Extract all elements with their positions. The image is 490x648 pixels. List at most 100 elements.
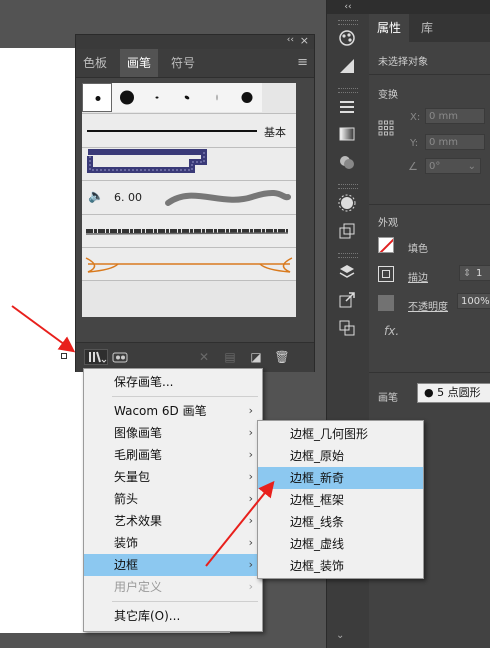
x-position-field[interactable]: 0 mm: [425, 108, 485, 124]
tab-libraries[interactable]: 库: [413, 14, 441, 42]
menu-item-borders[interactable]: 边框 ›: [84, 554, 262, 576]
properties-titlebar[interactable]: [369, 0, 490, 14]
dock-collapse-button[interactable]: ‹‹: [327, 0, 369, 14]
stroke-swatch[interactable]: [378, 266, 394, 282]
artboards-icon[interactable]: [336, 317, 358, 339]
basic-brush-label: 基本: [264, 126, 286, 139]
fx-button[interactable]: fx.: [384, 324, 399, 338]
submenu-arrow-icon: ›: [248, 580, 253, 593]
submenu-arrow-icon: ›: [248, 448, 253, 461]
brush-label: 画笔: [378, 393, 398, 404]
brush-swatch[interactable]: [232, 83, 263, 112]
menu-item-label: 边框: [114, 558, 139, 572]
menu-item-save-brushes[interactable]: 保存画笔...: [84, 371, 262, 393]
menu-item-label: 装饰: [114, 536, 139, 550]
options-icon[interactable]: ▤: [222, 349, 238, 365]
menu-item-other-library[interactable]: 其它库(O)...: [84, 605, 262, 627]
menu-item-decorative[interactable]: 装饰 ›: [84, 532, 262, 554]
submenu-item-geometric[interactable]: 边框_几何图形: [258, 423, 423, 445]
stroke-panel-icon[interactable]: [336, 96, 358, 118]
menu-item-user-defined[interactable]: 用户定义 ›: [84, 576, 262, 598]
color-guide-icon[interactable]: [336, 27, 358, 49]
transform-heading: 变换: [378, 90, 398, 101]
brush-swatch[interactable]: [172, 83, 203, 112]
tab-swatches[interactable]: 色板: [76, 49, 114, 77]
anchor-point[interactable]: [61, 353, 67, 359]
submenu-item-frame[interactable]: 边框_框架: [258, 489, 423, 511]
menu-item-vector-packs[interactable]: 矢量包 ›: [84, 466, 262, 488]
menu-item-wacom[interactable]: Wacom 6D 画笔 ›: [84, 400, 262, 422]
y-label: Y:: [410, 138, 419, 149]
rotate-field[interactable]: 0° ⌄: [425, 158, 481, 174]
brush-swatch[interactable]: [142, 83, 173, 112]
collapse-icon[interactable]: ‹‹: [287, 35, 294, 45]
stroke-weight-field[interactable]: ⇕ 1: [459, 265, 490, 281]
new-brush-icon[interactable]: ◪: [248, 349, 264, 365]
stroke-label[interactable]: 描边: [408, 269, 428, 284]
brush-swatch[interactable]: [112, 83, 143, 112]
reference-point-icon[interactable]: [378, 120, 394, 136]
opacity-label[interactable]: 不透明度: [408, 298, 448, 313]
brush-row-pattern[interactable]: [82, 147, 296, 181]
stroke-weight-value: 1: [476, 268, 483, 279]
brush-select[interactable]: ● 5 点圆形: [417, 383, 490, 403]
trash-icon[interactable]: 🗑: [274, 349, 290, 365]
tab-symbols[interactable]: 符号: [164, 49, 202, 77]
submenu-item-novelty[interactable]: 边框_新奇: [258, 467, 423, 489]
layers-icon[interactable]: [336, 261, 358, 283]
brush-library-menu: 保存画笔... Wacom 6D 画笔 › 图像画笔 › 毛刷画笔 › 矢量包 › 箭头…: [83, 368, 263, 632]
graphic-styles-icon[interactable]: [336, 220, 358, 242]
submenu-item-lines[interactable]: 边框_线条: [258, 511, 423, 533]
menu-item-image[interactable]: 图像画笔 ›: [84, 422, 262, 444]
chevron-down-icon[interactable]: ⌄: [468, 159, 476, 175]
menu-item-label: 毛刷画笔: [114, 448, 163, 462]
dock-grip[interactable]: [338, 20, 358, 25]
opacity-field[interactable]: 100%: [457, 293, 490, 309]
opacity-icon: [378, 295, 394, 311]
brush-row-decorative[interactable]: [82, 247, 296, 281]
stepper-icon[interactable]: ⇕: [463, 266, 471, 282]
brush-size-label: 6. 00: [114, 191, 142, 204]
appearance-heading: 外观: [378, 218, 398, 229]
brush-dot-icon: ●: [424, 386, 434, 399]
dock-grip[interactable]: [338, 253, 358, 258]
dock-grip[interactable]: [338, 88, 358, 93]
brush-swatch[interactable]: [202, 83, 233, 112]
brush-library-panel-icon[interactable]: [112, 349, 128, 365]
export-icon[interactable]: [336, 289, 358, 311]
submenu-arrow-icon: ›: [248, 514, 253, 527]
submenu-arrow-icon: ›: [248, 426, 253, 439]
menu-item-bristle[interactable]: 毛刷画笔 ›: [84, 444, 262, 466]
panel-titlebar[interactable]: ‹‹ ×: [76, 34, 314, 49]
menu-item-label: 矢量包: [114, 470, 151, 484]
gradient-icon[interactable]: [336, 123, 358, 145]
brush-row-calligraphic[interactable]: 🔈 6. 00: [82, 180, 296, 215]
brush-swatch[interactable]: [82, 83, 112, 112]
no-selection-label: 未选择对象: [378, 57, 428, 68]
close-icon[interactable]: ×: [300, 34, 309, 47]
menu-item-label: Wacom 6D 画笔: [114, 404, 207, 418]
panel-tabs: 色板 画笔 符号 ≡: [76, 49, 314, 78]
tab-brushes[interactable]: 画笔: [120, 49, 159, 77]
submenu-item-dashed[interactable]: 边框_虚线: [258, 533, 423, 555]
y-position-field[interactable]: 0 mm: [425, 134, 485, 150]
fill-swatch[interactable]: [378, 237, 394, 253]
submenu-item-primitive[interactable]: 边框_原始: [258, 445, 423, 467]
remove-brush-stroke-icon[interactable]: ✕: [196, 349, 212, 365]
panel-menu-icon[interactable]: ≡: [297, 55, 308, 70]
submenu-arrow-icon: ›: [248, 492, 253, 505]
menu-item-arrows[interactable]: 箭头 ›: [84, 488, 262, 510]
menu-item-artistic[interactable]: 艺术效果 ›: [84, 510, 262, 532]
brush-list[interactable]: 基本 🔈 6. 00: [82, 83, 296, 317]
tab-properties[interactable]: 属性: [369, 14, 410, 42]
appearance-icon[interactable]: [336, 192, 358, 214]
brush-libraries-menu-icon[interactable]: [84, 349, 108, 365]
brush-row-charcoal[interactable]: [82, 214, 296, 248]
scroll-down-icon[interactable]: ⌄: [336, 630, 344, 641]
brush-row-basic[interactable]: 基本: [82, 113, 296, 148]
gradient-panel-icon[interactable]: [336, 55, 358, 77]
transparency-icon[interactable]: [336, 151, 358, 173]
submenu-item-decorative[interactable]: 边框_装饰: [258, 555, 423, 577]
submenu-arrow-icon: ›: [248, 558, 253, 571]
dock-grip[interactable]: [338, 184, 358, 189]
